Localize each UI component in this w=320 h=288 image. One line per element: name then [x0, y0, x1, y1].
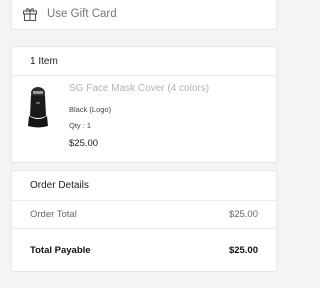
items-count-heading: 1 Item: [12, 47, 276, 76]
checkout-page: Use Gift Card 1 Item SG Face Mask Cover …: [0, 0, 288, 288]
cart-items-card: 1 Item SG Face Mask Cover (4 colors) Bla…: [11, 46, 277, 163]
product-variant: Black (Logo): [69, 105, 112, 114]
total-payable-label: Total Payable: [30, 244, 91, 256]
order-total-row: Order Total $25.00: [12, 201, 276, 229]
total-payable-row: Total Payable $25.00: [12, 229, 276, 271]
total-payable-value: $25.00: [228, 244, 258, 256]
product-quantity: Qty : 1: [69, 121, 92, 130]
order-details-title: Order Details: [30, 180, 89, 191]
list-item: SG Face Mask Cover (4 colors) Black (Log…: [12, 76, 276, 164]
order-total-label: Order Total: [30, 209, 77, 220]
use-gift-card-button[interactable]: Use Gift Card: [11, 0, 277, 30]
gift-icon: [22, 8, 38, 22]
face-mask-image: [28, 87, 48, 128]
product-name-link[interactable]: SG Face Mask Cover (4 colors): [69, 83, 209, 94]
order-details-heading: Order Details: [12, 171, 276, 201]
product-price: $25.00: [69, 138, 99, 149]
gift-card-label: Use Gift Card: [47, 8, 117, 20]
order-total-value: $25.00: [228, 209, 258, 220]
order-details-card: Order Details Order Total $25.00 Total P…: [11, 170, 277, 272]
